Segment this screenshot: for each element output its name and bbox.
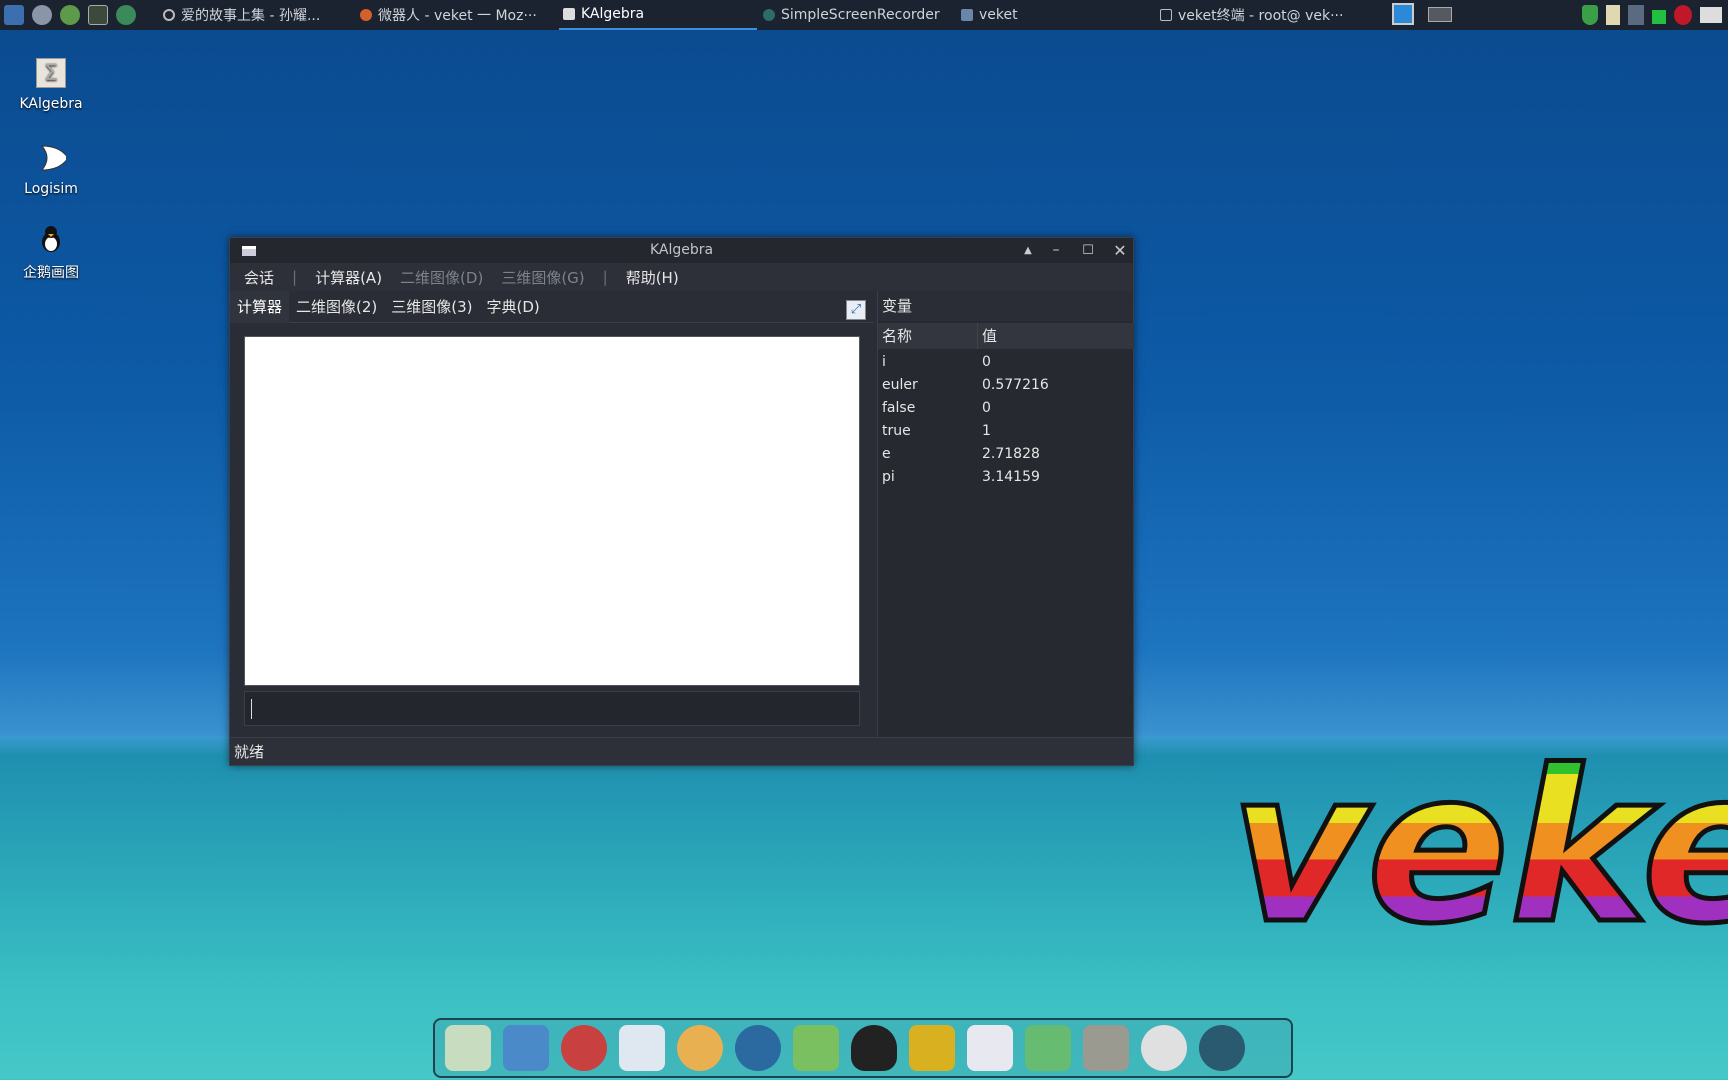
variable-name: euler: [882, 377, 918, 393]
window-title: KAlgebra: [649, 242, 714, 258]
shade-button[interactable]: ▲: [1018, 238, 1038, 263]
system-monitor-icon[interactable]: [4, 5, 24, 25]
terminal-launcher-icon[interactable]: [88, 5, 108, 25]
browser-icon[interactable]: [116, 5, 136, 25]
veket-logo: veket: [1228, 740, 1728, 940]
variable-value: 0: [982, 354, 991, 370]
dock-globe-icon[interactable]: [1199, 1025, 1245, 1071]
task-folder[interactable]: veket: [961, 0, 1018, 30]
recorder-icon: [763, 9, 775, 21]
status-bar: 就绪: [230, 737, 1133, 765]
menu-bar: 会话 | 计算器(A) 二维图像(D) 三维图像(G) | 帮助(H): [230, 263, 1133, 291]
fullscreen-icon[interactable]: ⤢: [846, 300, 866, 320]
dock-notepad-icon[interactable]: [619, 1025, 665, 1071]
variables-panel: 变量 名称 值 i 0 euler 0.577216 false 0 true 1 e 2.718…: [877, 291, 1134, 739]
or-gate-icon: [36, 143, 66, 173]
run-icon[interactable]: [60, 5, 80, 25]
shield-icon[interactable]: [1582, 5, 1598, 25]
variable-value: 0.577216: [982, 377, 1049, 393]
calculator-output: [244, 336, 860, 686]
task-terminal[interactable]: veket终端 - root@ vek···: [1160, 0, 1343, 30]
variable-name: e: [882, 446, 891, 462]
text-caret: [251, 699, 252, 719]
network-icon[interactable]: [1628, 5, 1644, 25]
window-menu-icon[interactable]: [242, 246, 256, 256]
window-icon: [563, 8, 575, 20]
variable-name: true: [882, 423, 911, 439]
dock-help-icon[interactable]: [1025, 1025, 1071, 1071]
task-firefox[interactable]: 微器人 - veket 一 Moz···: [360, 0, 537, 30]
variable-name: false: [882, 400, 916, 416]
svg-text:veket: veket: [1230, 740, 1728, 940]
menu-3d-graph[interactable]: 三维图像(G): [501, 267, 584, 288]
tab-dictionary[interactable]: 字典(D): [480, 291, 547, 323]
folder-icon: [961, 9, 973, 21]
dock-squirrel-icon[interactable]: [561, 1025, 607, 1071]
dock-app-1-icon[interactable]: [445, 1025, 491, 1071]
record-icon[interactable]: [1674, 5, 1692, 25]
menu-calculator[interactable]: 计算器(A): [315, 267, 382, 288]
column-name[interactable]: 名称: [878, 323, 978, 349]
menu-session[interactable]: 会话: [244, 267, 274, 288]
dock-brightness-icon[interactable]: [1141, 1025, 1187, 1071]
tab-3d-graph[interactable]: 三维图像(3): [384, 291, 479, 323]
task-recorder[interactable]: SimpleScreenRecorder: [763, 0, 940, 30]
variable-value: 1: [982, 423, 991, 439]
terminal-icon: [1160, 9, 1172, 21]
variable-row[interactable]: euler 0.577216: [878, 374, 1134, 397]
variable-row[interactable]: true 1: [878, 420, 1134, 443]
tab-bar: 计算器 二维图像(2) 三维图像(3) 字典(D): [230, 290, 873, 323]
desktop-icon-kalgebra[interactable]: Σ KAlgebra: [10, 58, 92, 112]
dock-book-icon[interactable]: [909, 1025, 955, 1071]
variable-row[interactable]: i0: [878, 351, 1134, 374]
sigma-icon: Σ: [36, 58, 66, 88]
menu-separator: |: [602, 268, 608, 286]
task-kalgebra[interactable]: KAlgebra: [559, 0, 757, 30]
variable-name: pi: [882, 469, 895, 485]
dock-palette-icon[interactable]: [677, 1025, 723, 1071]
desktop-icon-penguin-paint[interactable]: 企鹅画图: [10, 224, 92, 282]
tab-2d-graph[interactable]: 二维图像(2): [289, 291, 384, 323]
minimize-button[interactable]: –: [1046, 238, 1066, 263]
menu-help[interactable]: 帮助(H): [626, 267, 679, 288]
desktop-icon-logisim[interactable]: Logisim: [10, 143, 92, 197]
dock-drive-icon[interactable]: [1083, 1025, 1129, 1071]
dock-monitor-icon[interactable]: [503, 1025, 549, 1071]
task-media[interactable]: 爱的故事上集 - 孙耀...: [163, 0, 320, 30]
menu-separator: |: [292, 268, 298, 286]
clipboard-icon[interactable]: [1606, 5, 1620, 25]
expression-input[interactable]: [244, 691, 860, 726]
variables-title: 变量: [878, 291, 1133, 321]
keyboard-icon[interactable]: [1700, 7, 1722, 23]
title-bar[interactable]: KAlgebra ▲ – ☐ ✕: [230, 238, 1133, 263]
close-button[interactable]: ✕: [1110, 238, 1130, 263]
variables-header: 名称 值: [878, 323, 1134, 349]
media-icon: [163, 9, 175, 21]
variable-row[interactable]: false 0: [878, 397, 1134, 420]
variable-value: 0: [982, 400, 991, 416]
variable-name: i: [882, 354, 886, 370]
dock-users-icon[interactable]: [793, 1025, 839, 1071]
menu-2d-graph[interactable]: 二维图像(D): [400, 267, 483, 288]
variable-value: 3.14159: [982, 469, 1040, 485]
taskbar: 爱的故事上集 - 孙耀... 微器人 - veket 一 Moz··· KAlg…: [0, 0, 1728, 30]
penguin-icon: [36, 224, 66, 254]
battery-icon[interactable]: [1652, 10, 1666, 24]
tab-calculator[interactable]: 计算器: [230, 290, 290, 323]
maximize-button[interactable]: ☐: [1078, 238, 1098, 263]
settings-icon[interactable]: [32, 5, 52, 25]
dock-media-icon[interactable]: [735, 1025, 781, 1071]
dock-penguin-icon[interactable]: [851, 1025, 897, 1071]
variable-value: 2.71828: [982, 446, 1040, 462]
desktop-2-icon[interactable]: [1428, 7, 1452, 22]
dock-chart-icon[interactable]: [967, 1025, 1013, 1071]
firefox-icon: [360, 9, 372, 21]
kalgebra-window: KAlgebra ▲ – ☐ ✕ 会话 | 计算器(A) 二维图像(D) 三维图…: [229, 237, 1134, 766]
column-value[interactable]: 值: [978, 323, 1134, 349]
dock: [433, 1018, 1293, 1078]
variable-row[interactable]: e 2.71828: [878, 443, 1134, 466]
desktop-1-icon[interactable]: [1392, 3, 1414, 25]
variable-row[interactable]: pi 3.14159: [878, 466, 1134, 489]
